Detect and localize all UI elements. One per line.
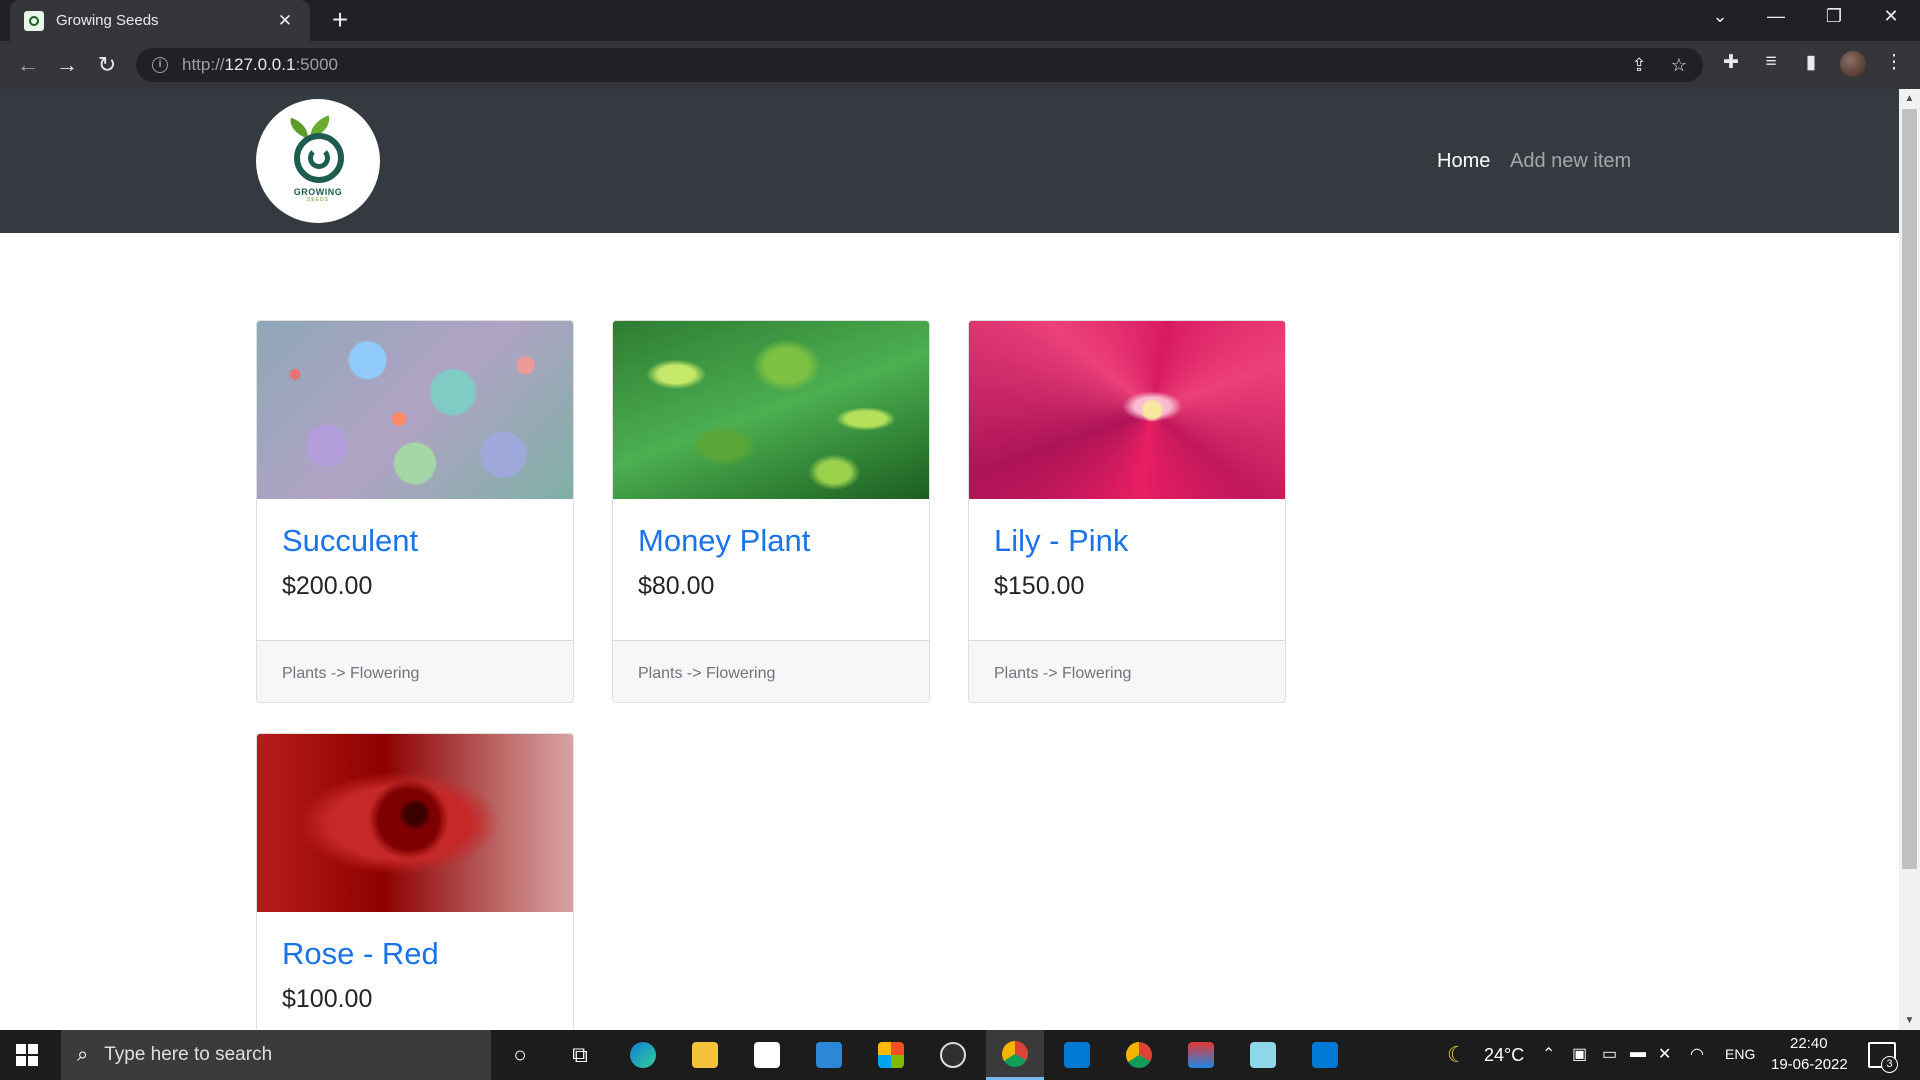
product-card[interactable]: Lily - Pink $150.00 Plants -> Flowering — [968, 320, 1286, 703]
product-category: Plants -> Flowering — [613, 640, 929, 702]
media-controls-icon[interactable]: ≡ — [1757, 51, 1785, 73]
clock-date[interactable]: 19-06-2022 — [1771, 1056, 1848, 1073]
weather-moon-icon: ☾ — [1447, 1042, 1467, 1067]
chrome-profile-icon[interactable] — [1110, 1030, 1168, 1080]
product-card[interactable]: Rose - Red $100.00 — [256, 733, 574, 1030]
new-tab-button[interactable]: + — [325, 6, 355, 34]
nav-add-item-link[interactable]: Add new item — [1510, 150, 1631, 173]
product-price: $200.00 — [282, 572, 373, 600]
chrome-icon[interactable] — [986, 1030, 1044, 1080]
profile-avatar[interactable] — [1840, 51, 1866, 77]
windows-start-icon[interactable] — [16, 1044, 38, 1066]
product-title[interactable]: Rose - Red — [282, 936, 548, 972]
forward-button[interactable]: → — [53, 51, 81, 79]
side-panel-icon[interactable]: ▮ — [1797, 51, 1825, 74]
app-icon[interactable] — [1172, 1030, 1230, 1080]
site-info-icon[interactable]: i — [152, 57, 168, 73]
sticky-notes-icon[interactable] — [738, 1030, 796, 1080]
weather-temperature[interactable]: 24°C — [1484, 1045, 1524, 1066]
product-title[interactable]: Money Plant — [638, 523, 904, 559]
restore-button[interactable]: ❐ — [1814, 6, 1854, 27]
notepad-icon[interactable] — [1234, 1030, 1292, 1080]
product-card[interactable]: Succulent $200.00 Plants -> Flowering — [256, 320, 574, 703]
cortana-icon[interactable]: ○ — [491, 1030, 549, 1080]
share-icon[interactable]: ⇪ — [1626, 55, 1652, 76]
task-view-icon[interactable]: ⧉ — [551, 1030, 609, 1080]
minimize-button[interactable]: — — [1756, 6, 1796, 27]
close-tab-icon[interactable]: ✕ — [274, 11, 296, 31]
card-body: Succulent $200.00 — [257, 499, 573, 640]
search-placeholder: Type here to search — [104, 1044, 273, 1065]
edge-browser-icon[interactable] — [614, 1030, 672, 1080]
product-title[interactable]: Lily - Pink — [994, 523, 1260, 559]
tab-search-icon[interactable]: ⌄ — [1700, 6, 1740, 27]
address-bar[interactable]: i http://127.0.0.1:5000 ⇪ ☆ — [136, 48, 1703, 82]
search-icon: ⌕ — [77, 1043, 89, 1066]
product-image-rose[interactable] — [257, 734, 573, 912]
nav-home-link[interactable]: Home — [1437, 150, 1490, 173]
back-button[interactable]: ← — [14, 51, 42, 79]
vscode-icon[interactable] — [1048, 1030, 1106, 1080]
product-price: $100.00 — [282, 985, 373, 1013]
logo-text: GROWING — [293, 187, 343, 197]
notification-count: 3 — [1881, 1056, 1898, 1073]
battery-icon[interactable]: ▬ — [1630, 1044, 1646, 1062]
display-icon[interactable]: ▭ — [1602, 1044, 1617, 1064]
menu-icon[interactable]: ⋮ — [1880, 51, 1908, 74]
card-body: Money Plant $80.00 — [613, 499, 929, 640]
close-window-button[interactable]: ✕ — [1871, 6, 1911, 27]
url-text: http://127.0.0.1:5000 — [182, 55, 338, 74]
product-image-succulent[interactable] — [257, 321, 573, 499]
product-price: $150.00 — [994, 572, 1085, 600]
product-image-money-plant[interactable] — [613, 321, 929, 499]
volume-muted-icon[interactable]: ✕ — [1658, 1044, 1671, 1064]
taskbar: ⌕ Type here to search ○ ⧉ ☾ 24°C ⌃ ▣ ▭ ▬… — [0, 1030, 1920, 1080]
reload-button[interactable]: ↻ — [93, 51, 121, 79]
tab-title: Growing Seeds — [56, 12, 159, 29]
vscode-icon[interactable] — [1296, 1030, 1354, 1080]
logo-subtext: SEEDS — [307, 197, 329, 203]
obs-icon[interactable] — [924, 1030, 982, 1080]
product-price: $80.00 — [638, 572, 715, 600]
scroll-up-arrow-icon[interactable]: ▲ — [1899, 93, 1920, 104]
product-card[interactable]: Money Plant $80.00 Plants -> Flowering — [612, 320, 930, 703]
meet-icon[interactable]: ▣ — [1572, 1044, 1587, 1064]
card-body: Rose - Red $100.00 — [257, 912, 573, 1030]
site-logo[interactable]: GROWING SEEDS — [256, 99, 380, 223]
product-image-lily[interactable] — [969, 321, 1285, 499]
product-category: Plants -> Flowering — [257, 640, 573, 702]
product-category: Plants -> Flowering — [969, 640, 1285, 702]
language-indicator[interactable]: ENG — [1725, 1046, 1755, 1062]
mail-icon[interactable] — [800, 1030, 858, 1080]
microsoft-store-icon[interactable] — [862, 1030, 920, 1080]
site-navbar: GROWING SEEDS Home Add new item — [0, 89, 1899, 233]
scrollbar-thumb[interactable] — [1902, 109, 1917, 869]
browser-toolbar: ← → ↻ i http://127.0.0.1:5000 ⇪ ☆ ✚ ≡ ▮ … — [0, 41, 1920, 89]
seed-logo-icon — [286, 115, 350, 183]
wifi-icon[interactable]: ◠ — [1690, 1044, 1704, 1064]
product-title[interactable]: Succulent — [282, 523, 548, 559]
clock-time[interactable]: 22:40 — [1790, 1035, 1828, 1052]
extensions-icon[interactable]: ✚ — [1717, 51, 1745, 74]
favicon-icon — [24, 10, 44, 31]
bookmark-star-icon[interactable]: ☆ — [1666, 55, 1692, 76]
page-viewport: GROWING SEEDS Home Add new item Succulen… — [0, 89, 1899, 1030]
browser-tab[interactable]: Growing Seeds ✕ — [10, 0, 310, 41]
taskbar-search[interactable]: ⌕ Type here to search — [61, 1030, 491, 1080]
scroll-down-arrow-icon[interactable]: ▼ — [1899, 1015, 1920, 1026]
page-scrollbar[interactable]: ▲ ▼ — [1899, 89, 1920, 1030]
file-explorer-icon[interactable] — [676, 1030, 734, 1080]
card-body: Lily - Pink $150.00 — [969, 499, 1285, 640]
show-hidden-icons-icon[interactable]: ⌃ — [1542, 1044, 1555, 1064]
tab-strip: Growing Seeds ✕ + ⌄ — ❐ ✕ — [0, 0, 1920, 41]
